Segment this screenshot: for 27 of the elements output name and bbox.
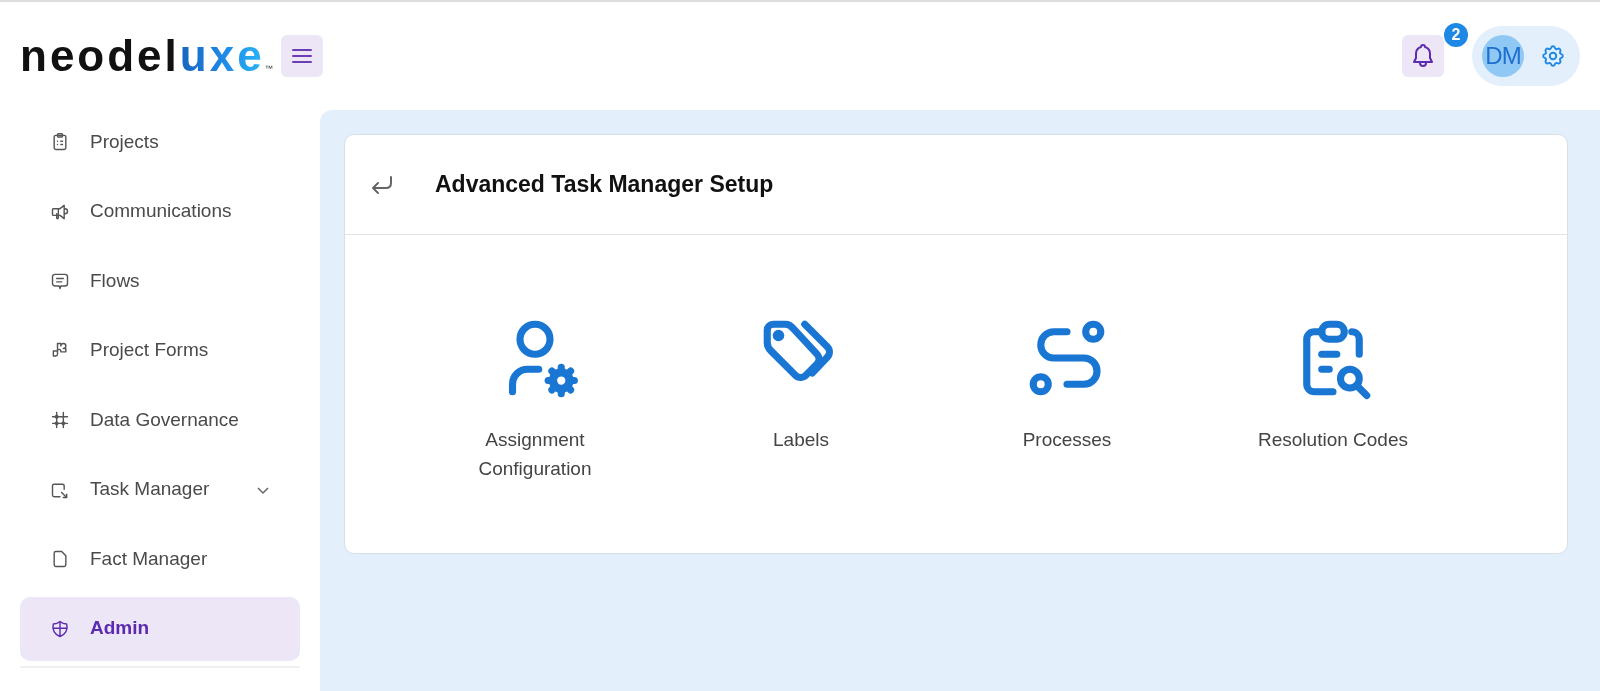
- sidebar-item[interactable]: Communications: [20, 179, 300, 244]
- clipboard-icon: [50, 132, 70, 152]
- card-title: Advanced Task Manager Setup: [435, 170, 774, 199]
- notifications-button[interactable]: [1402, 35, 1444, 77]
- settings-icon[interactable]: [1540, 43, 1566, 69]
- setup-tile[interactable]: Labels: [681, 313, 921, 483]
- sidebar-item[interactable]: Projects: [20, 110, 300, 174]
- sidebar-item[interactable]: Flows: [20, 249, 300, 313]
- logo-wordmark: neodeluxe™: [20, 34, 273, 78]
- shield-icon: [50, 618, 70, 639]
- setup-tile[interactable]: Processes: [947, 313, 1187, 483]
- sidebar-item[interactable]: Admin: [20, 596, 300, 661]
- message-icon: [50, 271, 70, 291]
- grid-icon: [50, 410, 70, 430]
- notification-badge: 2: [1444, 23, 1468, 47]
- menu-icon: [291, 48, 312, 64]
- sidebar-item[interactable]: Project Forms: [20, 318, 300, 383]
- menu-button[interactable]: [280, 35, 323, 77]
- back-arrow-icon[interactable]: [369, 174, 395, 195]
- chevron-icon: [256, 484, 270, 495]
- bell-icon: [1411, 43, 1435, 69]
- sidebar-item[interactable]: Fact Manager: [20, 527, 300, 591]
- file-icon: [50, 549, 70, 569]
- sidebar-item[interactable]: Task Manager: [20, 457, 300, 522]
- setup-tile[interactable]: Assignment Configuration: [415, 313, 655, 483]
- sidebar-item[interactable]: Data Governance: [20, 388, 300, 452]
- setup-tile[interactable]: Resolution Codes: [1213, 313, 1453, 483]
